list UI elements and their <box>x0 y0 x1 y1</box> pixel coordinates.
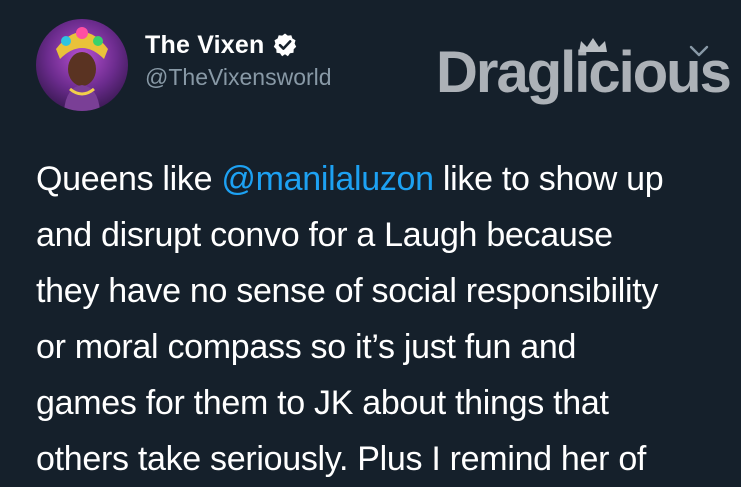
tweet-text-line: or moral compass so it’s just fun and <box>36 328 577 366</box>
author-name-row[interactable]: The Vixen <box>145 28 332 62</box>
chevron-down-icon[interactable] <box>684 36 714 66</box>
tweet-text-line: they have no sense of social responsibil… <box>36 272 659 310</box>
mention-link[interactable]: @manilaluzon <box>221 160 434 198</box>
author-handle[interactable]: @TheVixensworld <box>145 64 332 91</box>
avatar-image <box>36 19 128 111</box>
author-block: The Vixen @TheVixensworld <box>145 28 332 91</box>
tweet-text: Queens like @manilaluzon like to show up… <box>36 151 736 487</box>
author-display-name[interactable]: The Vixen <box>145 31 264 60</box>
tweet-text-line: games for them to JK about things that <box>36 384 609 422</box>
tweet-text-line: and disrupt convo for a Laugh because <box>36 216 613 254</box>
tweet-text-line: Queens like @manilaluzon like to show up <box>36 151 736 207</box>
tweet-text-segment: like to show up <box>433 160 664 198</box>
tweet-text-segment: Queens like <box>36 160 222 198</box>
tweet: The Vixen @TheVixensworld Draglicious Qu… <box>0 0 741 486</box>
tweet-text-line: others take seriously. Plus I remind her… <box>36 440 647 478</box>
avatar[interactable] <box>36 19 128 111</box>
verified-badge-icon <box>272 32 298 58</box>
